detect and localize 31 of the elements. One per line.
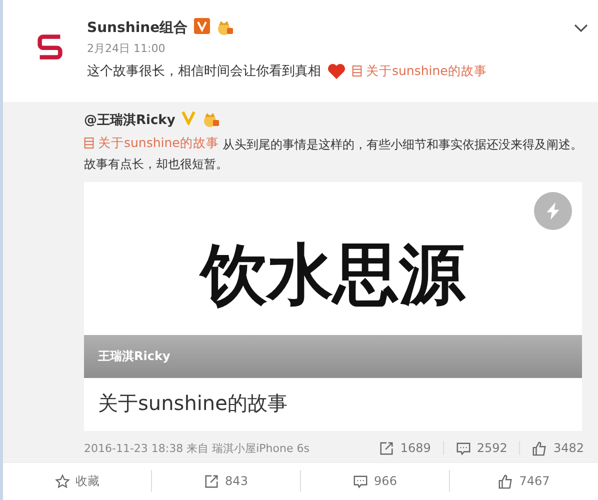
like-count[interactable]: 3482 <box>532 440 584 456</box>
post-source: 2016-11-23 18:38 来自 瑞淇小屋iPhone 6s <box>84 440 310 456</box>
document-icon <box>84 136 94 149</box>
post-time[interactable]: 2月24日 11:00 <box>87 41 554 56</box>
byline: 王瑞淇Ricky <box>98 348 170 365</box>
comment-icon <box>456 440 471 456</box>
cover-text: 饮水思源 <box>201 234 465 315</box>
comment-icon <box>353 474 368 489</box>
author-name[interactable]: Sunshine组合 <box>87 19 188 37</box>
thumbs-up-icon <box>498 474 514 489</box>
repost-button[interactable]: 843 <box>151 470 300 492</box>
repost-count[interactable]: 1689 <box>379 440 431 456</box>
comment-button[interactable]: 966 <box>300 470 449 492</box>
author-name[interactable]: @王瑞淇Ricky <box>84 110 176 129</box>
favorite-button[interactable]: 收藏 <box>3 470 151 492</box>
post-text: 这个故事很长，相信时间会让你看到真相 <box>87 63 321 80</box>
thumbs-up-icon <box>532 440 548 456</box>
like-button[interactable]: 7467 <box>449 470 598 492</box>
comment-count[interactable]: 2592 <box>456 440 508 456</box>
document-icon <box>352 65 362 77</box>
article-link[interactable]: 关于sunshine的故事 <box>352 62 487 80</box>
chevron-down-icon[interactable] <box>574 24 588 32</box>
article-title: 关于sunshine的故事 <box>97 390 288 417</box>
lightning-icon <box>534 192 572 230</box>
heart-icon <box>327 62 346 80</box>
repost-text: 关于sunshine的故事 从头到尾的事情是这样的，有些小细节和事实依据还没来得及阐述。故事有点长，却也很短暂。 <box>84 133 584 173</box>
article-link[interactable]: 关于sunshine的故事 <box>84 133 219 152</box>
article-card[interactable]: 饮水思源 王瑞淇Ricky 关于sunshine的故事 <box>84 182 582 431</box>
star-icon <box>54 474 70 489</box>
share-icon <box>379 440 394 456</box>
share-icon <box>204 474 220 489</box>
